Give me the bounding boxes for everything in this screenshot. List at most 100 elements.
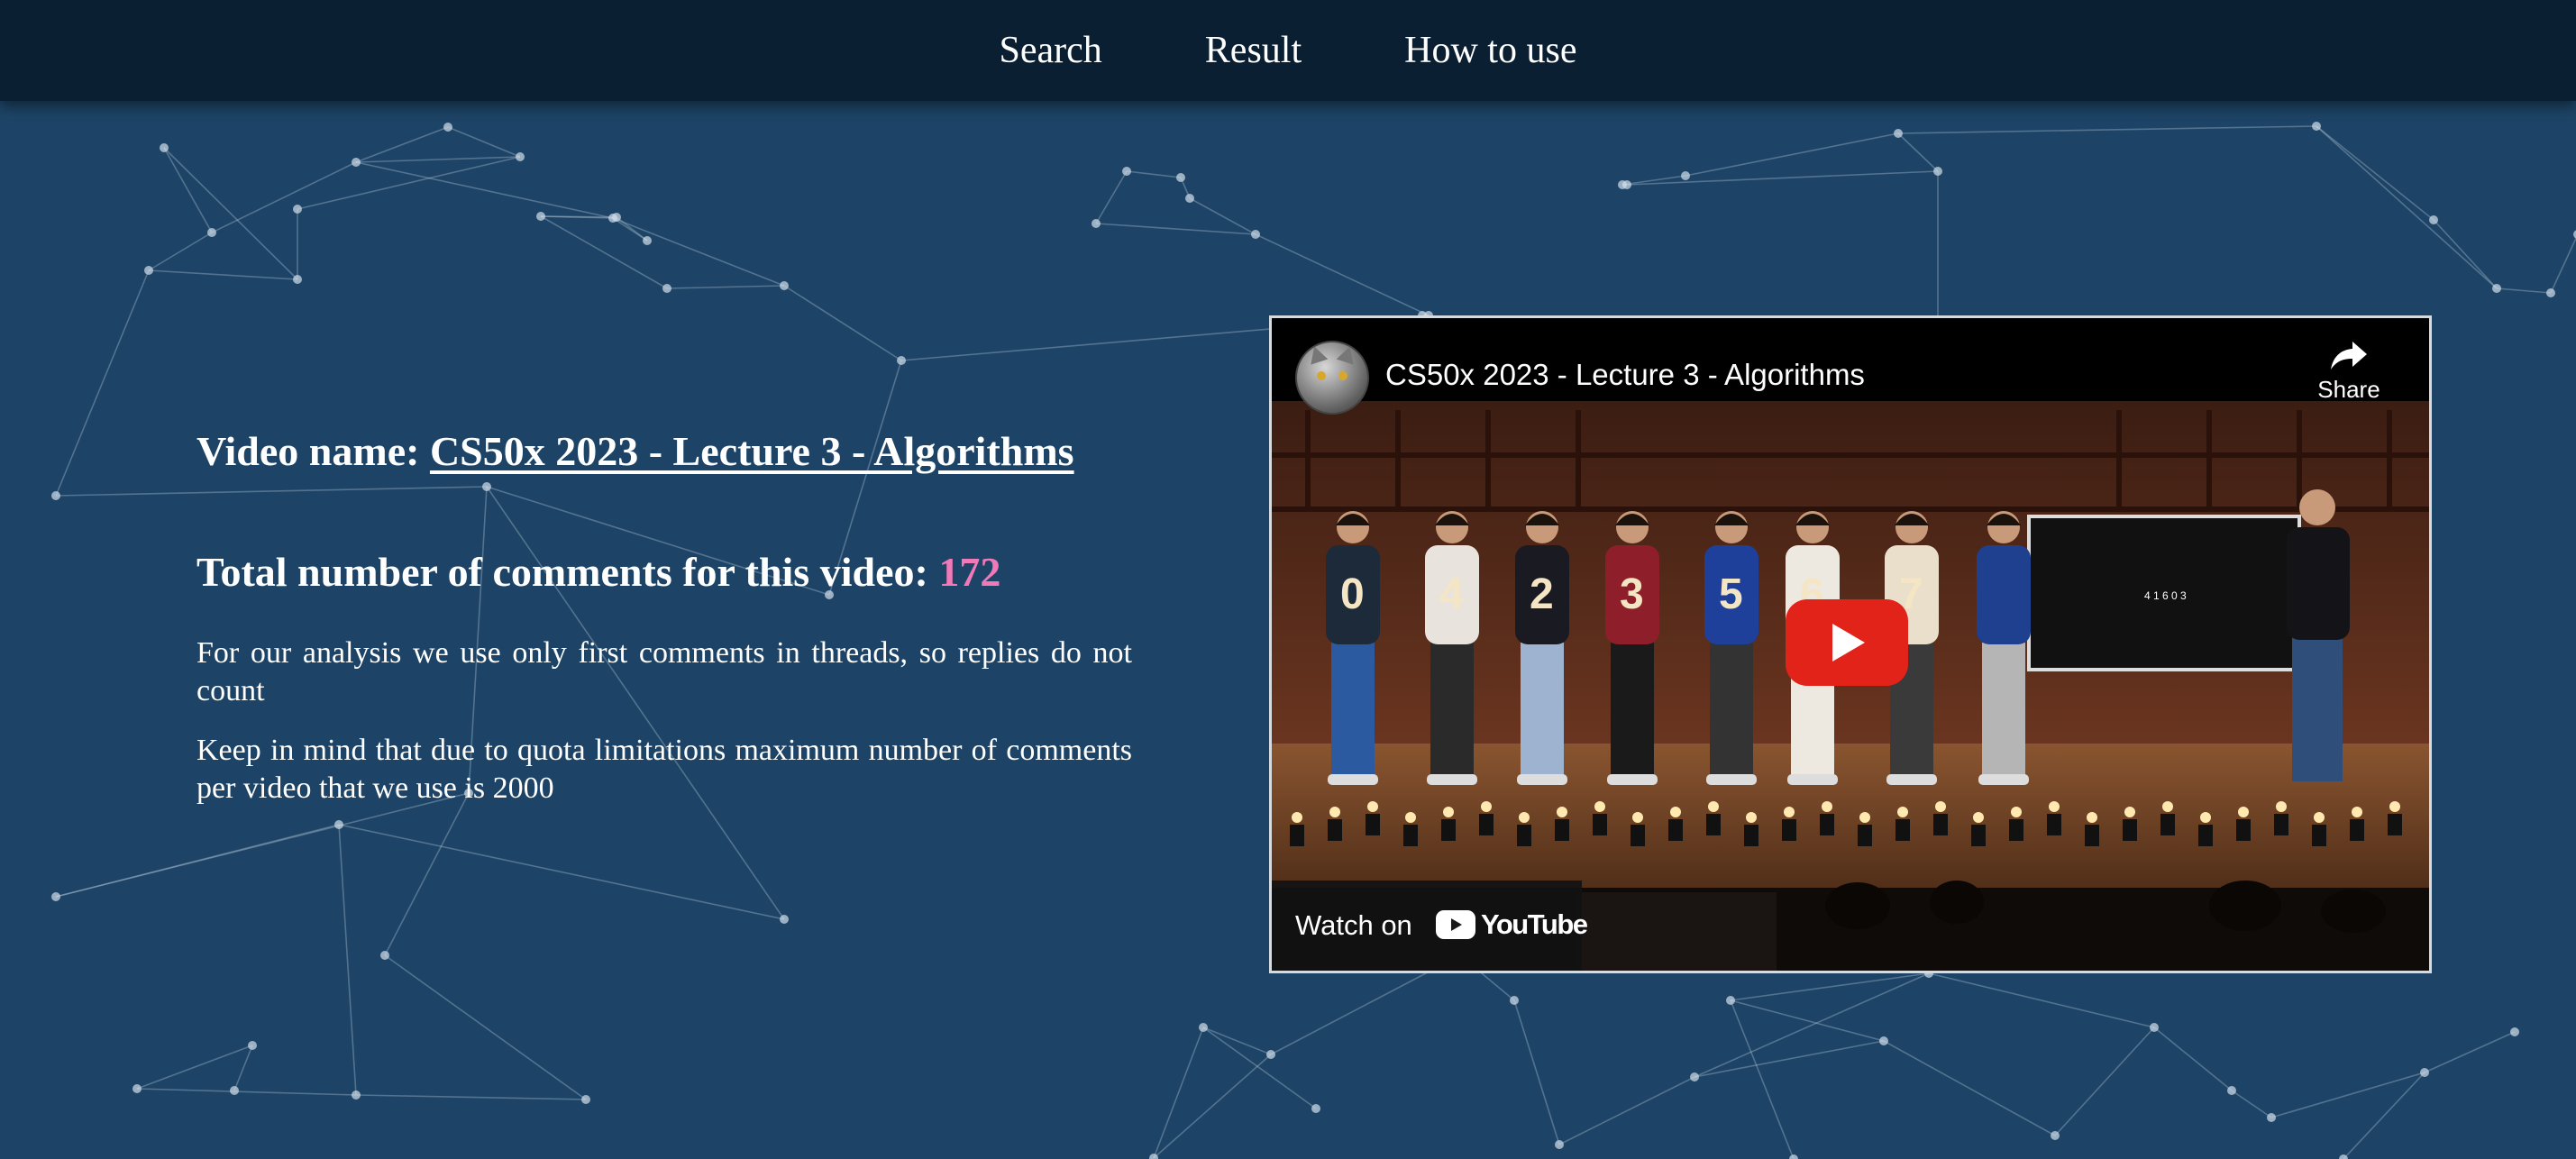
network-link [148,269,298,280]
board-numbers: 4 1 6 0 3 [2144,589,2187,602]
network-link [2433,219,2498,289]
network-node [516,152,525,161]
stage-light [2236,819,2251,841]
network-node [2051,1131,2060,1140]
network-link [2424,1031,2516,1073]
network-node [1933,167,1942,176]
stage-light [1403,825,1418,846]
network-link [1897,125,2317,134]
network-link [1730,999,1885,1042]
network-link [1153,1027,1204,1159]
share-arrow-icon [2331,342,2367,370]
stage-light [2312,825,2326,846]
network-node [2510,1027,2519,1036]
network-node [380,951,389,960]
stage-light [1895,819,1910,841]
stage-light [2388,814,2402,835]
video-name-label: Video name: [196,428,420,474]
watch-on-label: Watch on [1295,909,1412,941]
network-link [2343,1072,2425,1159]
share-button[interactable]: Share [2308,340,2389,404]
stage-light-glow [2049,801,2060,812]
stage-light-glow [2200,812,2211,823]
network-node [2267,1113,2276,1122]
network-link [233,1045,253,1091]
network-node [1510,996,1519,1005]
comment-total-heading: Total number of comments for this video:… [196,544,1132,600]
stage-light-glow [1784,807,1795,817]
stage-light [1858,825,1872,846]
number-card: 5 [1719,570,1743,618]
network-link [1255,233,1430,316]
network-node [352,158,361,167]
network-link [1202,1027,1272,1055]
channel-avatar[interactable] [1295,341,1369,415]
stage-light [2047,814,2061,835]
performer: 0 [1326,511,1380,785]
network-node [160,143,169,152]
stage-light [1631,825,1645,846]
performer: 5 [1704,511,1758,785]
network-link [355,126,449,163]
network-link [163,147,298,280]
stage-light [2274,814,2288,835]
stage-light-glow [2011,807,2022,817]
video-title-link[interactable]: CS50x 2023 - Lecture 3 - Algorithms [430,428,1074,474]
network-link [163,147,213,233]
stage-light [1744,825,1758,846]
network-link [1694,1040,1885,1078]
stage-light-glow [1594,801,1605,812]
stage-light [1479,814,1494,835]
network-node [1726,996,1735,1005]
network-link [540,215,668,289]
stage-light [1971,825,1986,846]
video-name-heading: Video name: CS50x 2023 - Lecture 3 - Alg… [196,424,1132,479]
stage-light [1290,825,1304,846]
network-node [2492,284,2501,293]
number-card: 4 [1439,570,1464,618]
network-link [612,217,785,287]
network-node [1092,219,1101,228]
network-link [783,285,902,361]
network-link [1730,999,1795,1159]
network-node [780,915,789,924]
youtube-embed-player[interactable]: 4 1 6 0 3 0423567 CS50x 2023 - Lecture 3… [1269,315,2432,973]
network-link [355,161,614,219]
network-node [51,491,60,500]
nav-how-to-use-link[interactable]: How to use [1404,29,1576,72]
comment-total-label: Total number of comments for this video: [196,549,928,595]
stage-light-glow [2352,807,2362,817]
network-link [384,954,587,1100]
network-node [144,266,153,275]
watch-on-youtube-button[interactable]: Watch on YouTube [1272,881,1588,971]
network-link [1153,1054,1272,1159]
stage-light-glow [2124,807,2135,817]
network-link [2496,287,2552,294]
stage-light-glow [2162,801,2173,812]
network-node [2429,215,2438,224]
stage-light-glow [1746,812,1757,823]
network-link [338,824,785,920]
network-node [352,1091,361,1100]
stage-light [1441,819,1456,841]
stage-light-glow [2087,812,2097,823]
stage-light [1933,814,1948,835]
stage-light [1706,814,1721,835]
network-node [51,892,60,901]
stage-light-glow [1670,807,1681,817]
network-link [211,161,357,233]
player-video-title[interactable]: CS50x 2023 - Lecture 3 - Algorithms [1385,358,1865,392]
play-button[interactable] [1786,599,1908,686]
nav-search-link[interactable]: Search [1000,29,1102,72]
stage-light [1593,814,1607,835]
network-link [1897,132,1939,172]
network-node [293,275,302,284]
stage-light [1517,825,1531,846]
network-node [662,284,671,293]
number-card: 0 [1340,570,1365,618]
network-node [1618,180,1627,189]
nav-result-link[interactable]: Result [1205,29,1302,72]
network-node [334,820,343,829]
quota-note: Keep in mind that due to quota limitatio… [196,734,1132,805]
network-link [2054,1027,2155,1136]
